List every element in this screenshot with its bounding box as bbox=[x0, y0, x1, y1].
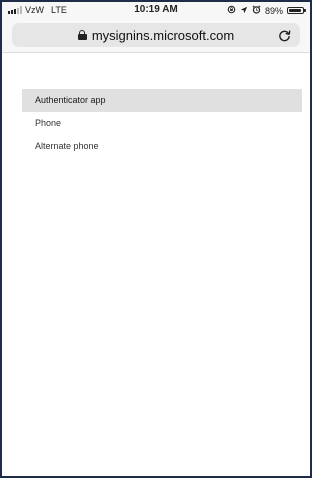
menu-item-label: Phone bbox=[35, 118, 62, 128]
menu-item-alternate-phone[interactable]: Alternate phone bbox=[22, 135, 302, 158]
url-text: mysignins.microsoft.com bbox=[91, 27, 235, 43]
battery-fill bbox=[289, 9, 301, 12]
status-bar: VzW LTE 10:19 AM 89% bbox=[2, 2, 310, 18]
menu-item-authenticator-app[interactable]: Authenticator app bbox=[22, 89, 302, 112]
status-right: 89% bbox=[227, 5, 306, 16]
phone-screen: VzW LTE 10:19 AM 89% mysignins.microsoft… bbox=[0, 0, 312, 478]
alarm-icon bbox=[252, 5, 261, 16]
address-bar[interactable]: mysignins.microsoft.com bbox=[12, 23, 300, 47]
verification-method-menu: Authenticator app Phone Alternate phone bbox=[22, 89, 302, 158]
reload-icon[interactable] bbox=[276, 27, 292, 43]
menu-item-phone[interactable]: Phone bbox=[22, 112, 302, 135]
screen-lock-rotation-icon bbox=[227, 5, 236, 16]
location-arrow-icon bbox=[240, 6, 248, 16]
menu-item-label: Authenticator app bbox=[35, 95, 106, 105]
battery-percent: 89% bbox=[264, 5, 283, 16]
browser-chrome: VzW LTE 10:19 AM 89% mysignins.microsoft… bbox=[2, 2, 310, 53]
menu-item-label: Alternate phone bbox=[35, 141, 99, 151]
battery-icon bbox=[287, 7, 306, 14]
lock-icon bbox=[77, 30, 87, 40]
